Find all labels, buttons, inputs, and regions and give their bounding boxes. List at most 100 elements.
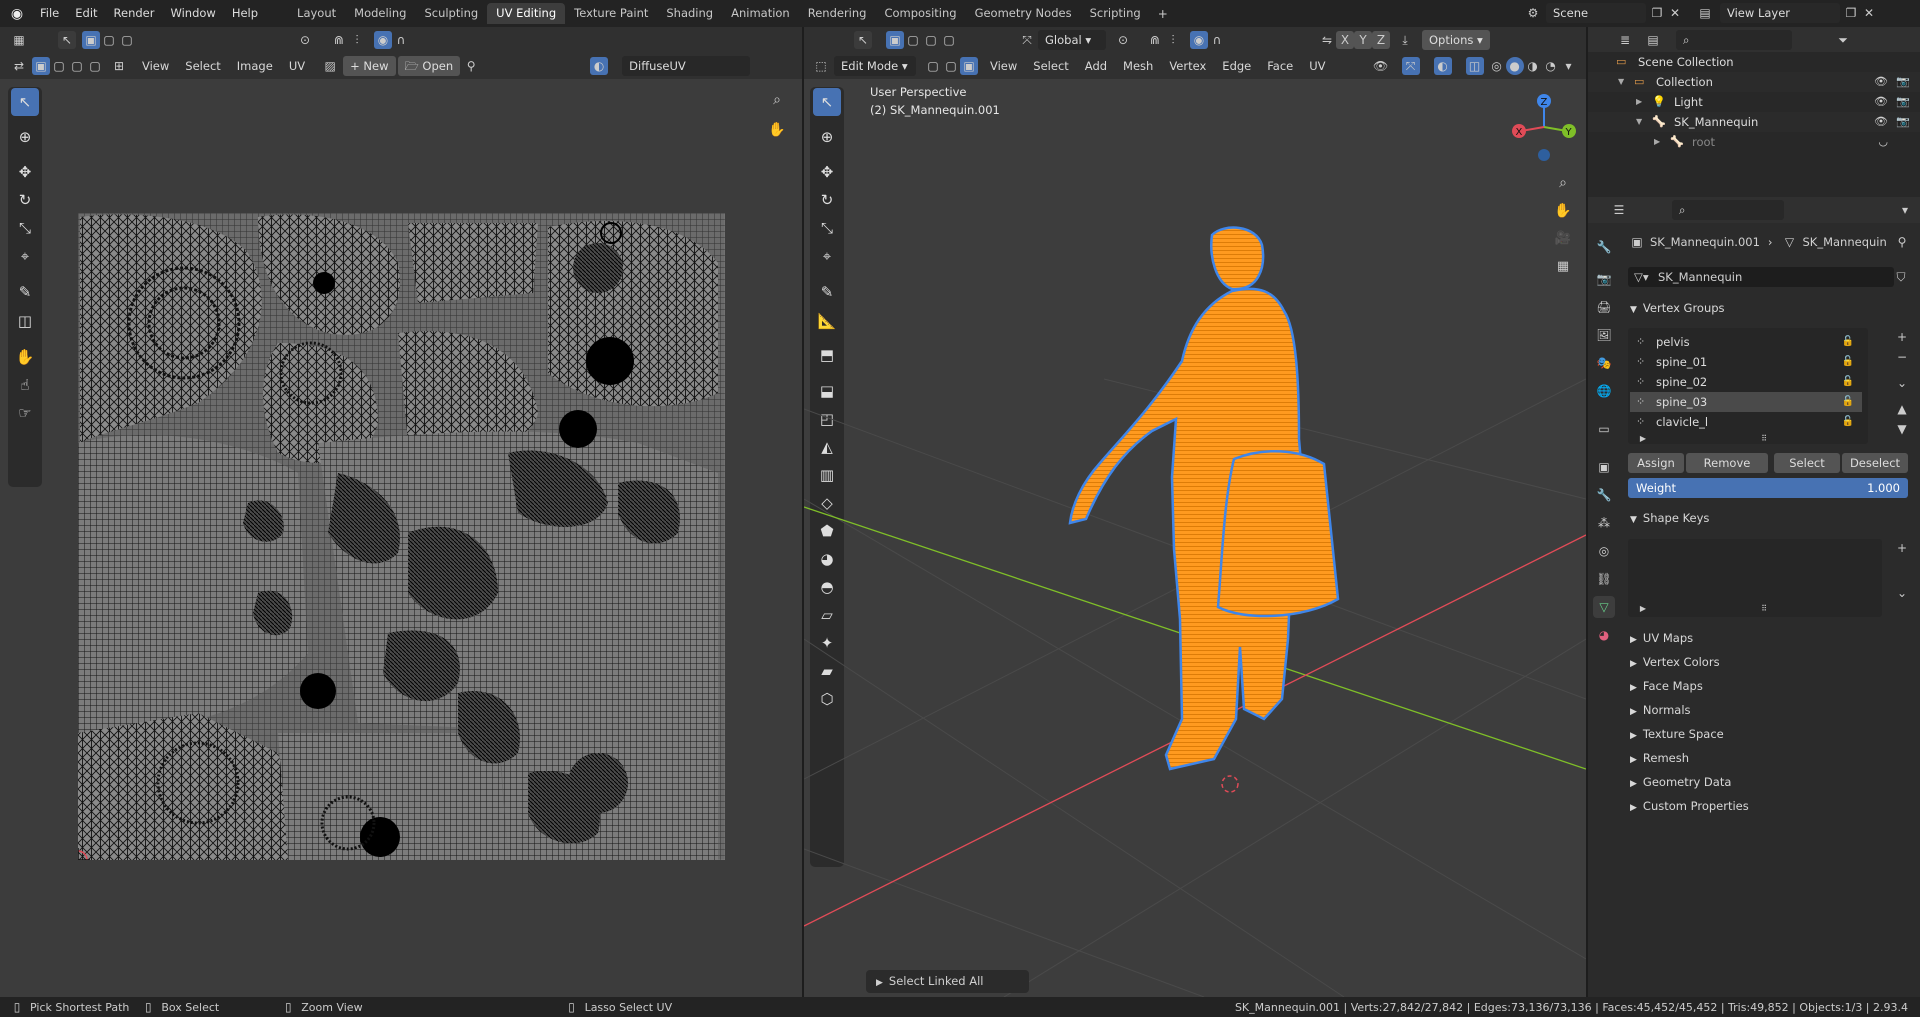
editor-type-icon[interactable]: ▦ [10,31,28,49]
new-image-button[interactable]: + New [343,56,396,76]
select-button[interactable]: Select [1774,453,1840,473]
uv-map-name-field[interactable]: DiffuseUV [622,56,751,76]
panel-header-custom-properties[interactable]: ▶ Custom Properties [1628,795,1908,817]
tab-uv-editing[interactable]: UV Editing [487,3,566,24]
visibility-icon[interactable]: 👁 [1372,57,1390,75]
outliner-editor-type-icon[interactable]: ≣ [1616,31,1634,49]
vertex-groups-list-expand-icon[interactable]: ▶ [1634,430,1652,448]
viewport-scene[interactable] [804,79,1586,997]
vp-pivot-icon[interactable]: ⊙ [1114,31,1132,49]
outliner-row[interactable]: ▭ Scene Collection [1588,52,1920,72]
collection-properties-tab[interactable]: ▭ [1593,418,1615,440]
vp-select-subtract-icon[interactable]: ▢ [922,31,940,49]
orientation-dropdown[interactable]: Global ▾ [1038,30,1106,50]
vp-menu-view[interactable]: View [982,56,1025,76]
snap-target-icon[interactable]: ⫶ [348,31,366,49]
sticky-select-icon[interactable]: ⊞ [110,57,128,75]
vertex-groups-resize-handle[interactable]: ⠿ [1755,430,1773,448]
panel-header-uv-maps[interactable]: ▶ UV Maps [1628,627,1908,649]
vertex-select-mode-icon[interactable]: ▢ [924,57,942,75]
tab-layout[interactable]: Layout [288,3,345,24]
fake-user-icon[interactable]: ⛉ [1892,268,1910,286]
wireframe-shading-icon[interactable]: ◎ [1488,57,1506,75]
uv-edge-mode-icon[interactable]: ▢ [50,57,68,75]
solid-shading-icon[interactable]: ● [1505,57,1524,75]
view-layer-icon[interactable]: ▤ [1696,4,1714,22]
uv-rip-tool[interactable]: ◫ [11,307,39,335]
tab-sculpting[interactable]: Sculpting [415,3,487,24]
vp-menu-add[interactable]: Add [1077,56,1115,76]
vp-falloff-icon[interactable]: ∩ [1208,31,1226,49]
outliner-row[interactable]: ▼ ▭ Collection 👁 📷 [1588,72,1920,92]
uv-scale-tool[interactable]: ⤡ [11,214,39,242]
scene-field[interactable]: Scene [1546,3,1646,23]
uv-select-box-tool[interactable]: ↖ [11,88,39,116]
panel-header-geometry-data[interactable]: ▶ Geometry Data [1628,771,1908,793]
outliner-row[interactable]: ▼ 🦴 SK_Mannequin 👁 📷 [1588,112,1920,132]
navigation-gizmo[interactable]: Z Y X [1504,87,1584,187]
vp-menu-select[interactable]: Select [1025,56,1076,76]
uv-sync-icon[interactable]: ⇄ [10,57,28,75]
tab-geometry-nodes[interactable]: Geometry Nodes [966,3,1081,24]
pivot-icon[interactable]: ⊙ [296,31,314,49]
world-properties-tab[interactable]: 🌐 [1593,380,1615,402]
add-workspace-icon[interactable]: + [1154,5,1172,23]
material-properties-tab[interactable]: ◕ [1593,624,1615,646]
vp-select-new-icon[interactable]: ▣ [886,31,904,49]
vertex-group-specials-icon[interactable]: ⌄ [1893,374,1911,392]
uv-zoom-icon[interactable]: ⌕ [768,91,786,109]
constraints-properties-tab[interactable]: ⛓ [1593,568,1615,590]
shape-key-specials-icon[interactable]: ⌄ [1893,584,1911,602]
vp-menu-uv[interactable]: UV [1301,56,1333,76]
add-shape-key-icon[interactable]: + [1893,539,1911,557]
image-browse-icon[interactable]: ▨ [321,57,339,75]
menu-window[interactable]: Window [162,0,223,27]
outliner-row[interactable]: ▶ 🦴 root ◡ [1588,132,1920,152]
deselect-button[interactable]: Deselect [1842,453,1908,473]
mirror-y-icon[interactable]: Y [1354,31,1372,49]
physics-properties-tab[interactable]: ◎ [1593,540,1615,562]
lock-icon[interactable]: 🔓 [1842,332,1854,352]
particles-properties-tab[interactable]: ⁂ [1593,512,1615,534]
falloff-icon[interactable]: ∩ [392,31,410,49]
assign-button[interactable]: Assign [1628,453,1684,473]
lock-icon[interactable]: 🔓 [1842,412,1854,432]
uv-pan-icon[interactable]: ✋ [768,121,786,139]
object-properties-tab[interactable]: ▣ [1593,456,1615,478]
scene-properties-tab[interactable]: 🎭 [1593,352,1615,374]
proportional-icon[interactable]: ◉ [374,31,392,49]
vertex-group-item[interactable]: ⁘ spine_02 🔓 [1630,372,1862,392]
vp-select-extend-icon[interactable]: ▢ [904,31,922,49]
panel-header-remesh[interactable]: ▶ Remesh [1628,747,1908,769]
menu-file[interactable]: File [32,0,67,27]
uv-transform-tool[interactable]: ⌖ [11,242,39,270]
visibility-eye-icon[interactable]: 👁 [1874,112,1888,132]
shape-keys-panel-header[interactable]: ▼ Shape Keys [1628,507,1908,529]
overlay-icon[interactable]: ◐ [1433,57,1452,75]
vp-menu-face[interactable]: Face [1259,56,1301,76]
uv-menu-uv[interactable]: UV [281,56,313,76]
options-dropdown[interactable]: Options ▾ [1422,30,1490,50]
uv-move-tool[interactable]: ✥ [11,158,39,186]
material-shading-icon[interactable]: ◑ [1524,57,1542,75]
auto-merge-icon[interactable]: ⤓ [1396,31,1414,49]
select-tool-icon[interactable]: ↖ [58,31,76,49]
menu-help[interactable]: Help [224,0,266,27]
uv-vertex-mode-icon[interactable]: ▣ [32,57,50,75]
gizmo-negative-z[interactable] [1538,149,1550,161]
copy-view-layer-icon[interactable]: ❐ [1842,4,1860,22]
uv-overlay-icon[interactable]: ◐ [590,57,609,75]
pin-properties-icon[interactable]: ⚲ [1893,233,1911,251]
remove-scene-icon[interactable]: ✕ [1666,4,1684,22]
uv-rotate-tool[interactable]: ↻ [11,186,39,214]
data-properties-tab[interactable]: ▽ [1593,596,1615,618]
weight-slider[interactable]: Weight 1.000 [1628,478,1908,498]
visibility-eye-icon[interactable]: 👁 [1874,92,1888,112]
render-properties-tab[interactable]: 📷 [1593,268,1615,290]
properties-search-field[interactable]: ⌕ [1672,200,1784,220]
add-vertex-group-icon[interactable]: + [1893,328,1911,346]
select-mode-subtract-icon[interactable]: ▢ [118,31,136,49]
mirror-icon[interactable]: ⇋ [1318,31,1336,49]
tab-texture-paint[interactable]: Texture Paint [565,3,657,24]
vp-snap-icon[interactable]: ⋒ [1146,31,1164,49]
